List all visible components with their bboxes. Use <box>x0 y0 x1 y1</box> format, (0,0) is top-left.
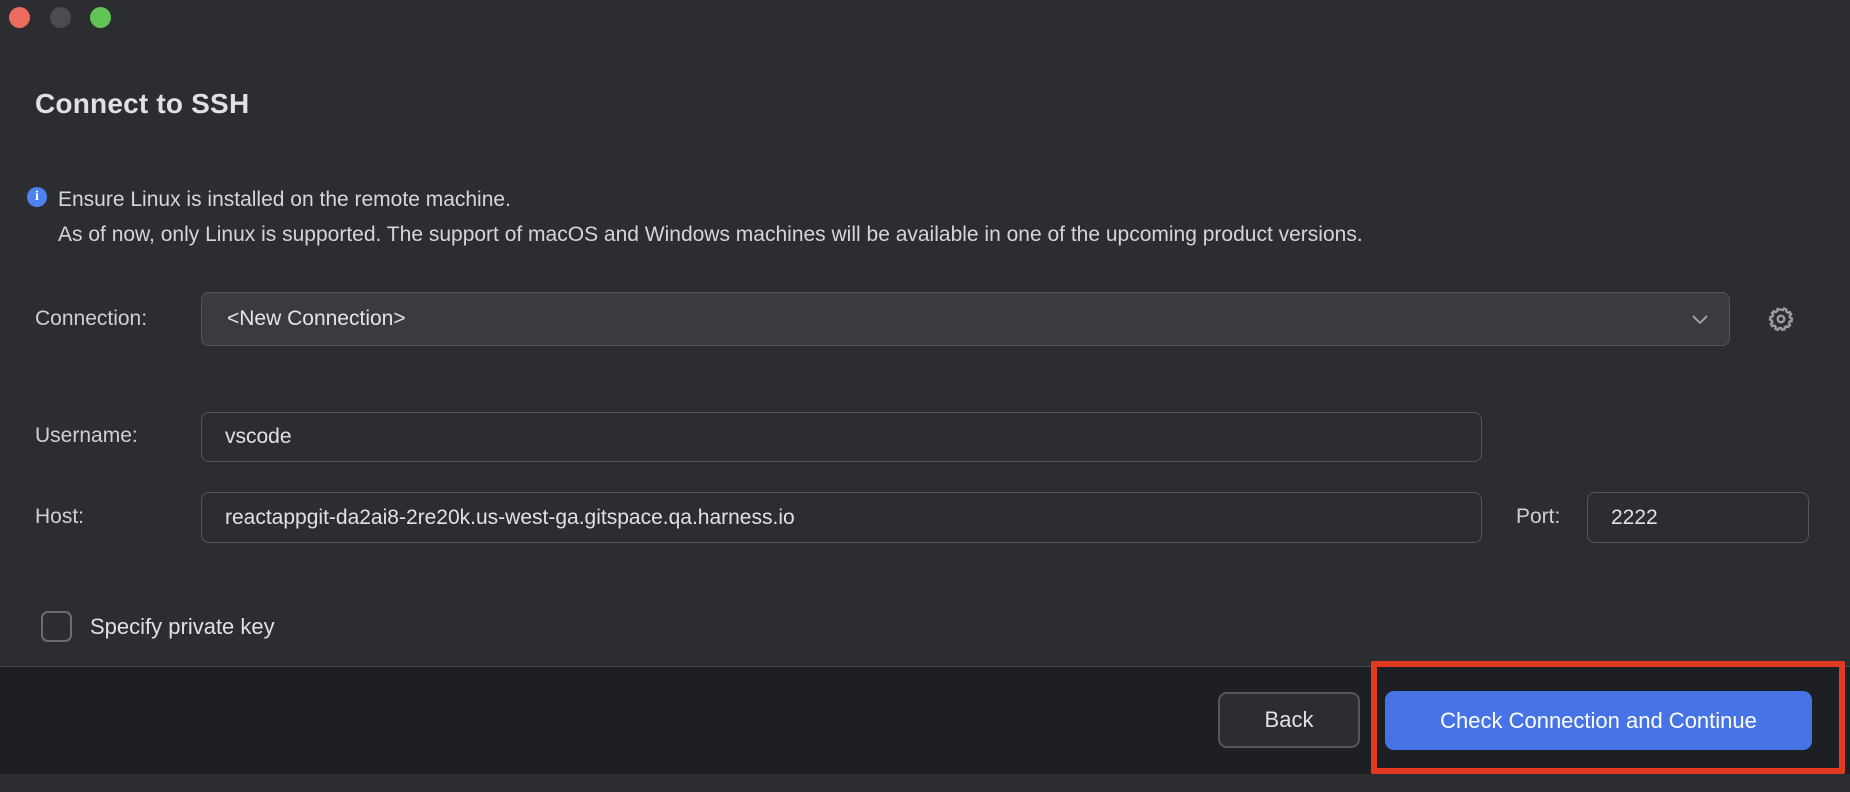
connection-select[interactable]: <New Connection> <box>201 292 1730 346</box>
traffic-light-minimize-button[interactable] <box>50 7 71 28</box>
connection-selected-value: <New Connection> <box>227 307 1691 331</box>
port-label: Port: <box>1516 505 1560 529</box>
info-note: Ensure Linux is installed on the remote … <box>58 182 1363 252</box>
check-connection-and-continue-button[interactable]: Check Connection and Continue <box>1385 691 1812 750</box>
back-button[interactable]: Back <box>1218 692 1360 748</box>
username-input[interactable] <box>201 412 1482 462</box>
specify-private-key-checkbox[interactable] <box>41 611 72 642</box>
gear-icon[interactable] <box>1765 303 1797 335</box>
info-line-2: As of now, only Linux is supported. The … <box>58 217 1363 252</box>
host-label: Host: <box>35 505 84 529</box>
info-icon: i <box>27 187 47 207</box>
page-title: Connect to SSH <box>35 88 249 120</box>
info-line-1: Ensure Linux is installed on the remote … <box>58 182 1363 217</box>
traffic-light-maximize-button[interactable] <box>90 7 111 28</box>
traffic-light-close-button[interactable] <box>9 7 30 28</box>
username-label: Username: <box>35 424 138 448</box>
port-input[interactable] <box>1587 492 1809 543</box>
specify-private-key-label[interactable]: Specify private key <box>90 614 275 640</box>
host-input[interactable] <box>201 492 1482 543</box>
dialog-connect-to-ssh: { "window": { "traffic_lights": { "close… <box>0 0 1850 792</box>
chevron-down-icon <box>1691 313 1709 325</box>
connection-label: Connection: <box>35 307 147 331</box>
